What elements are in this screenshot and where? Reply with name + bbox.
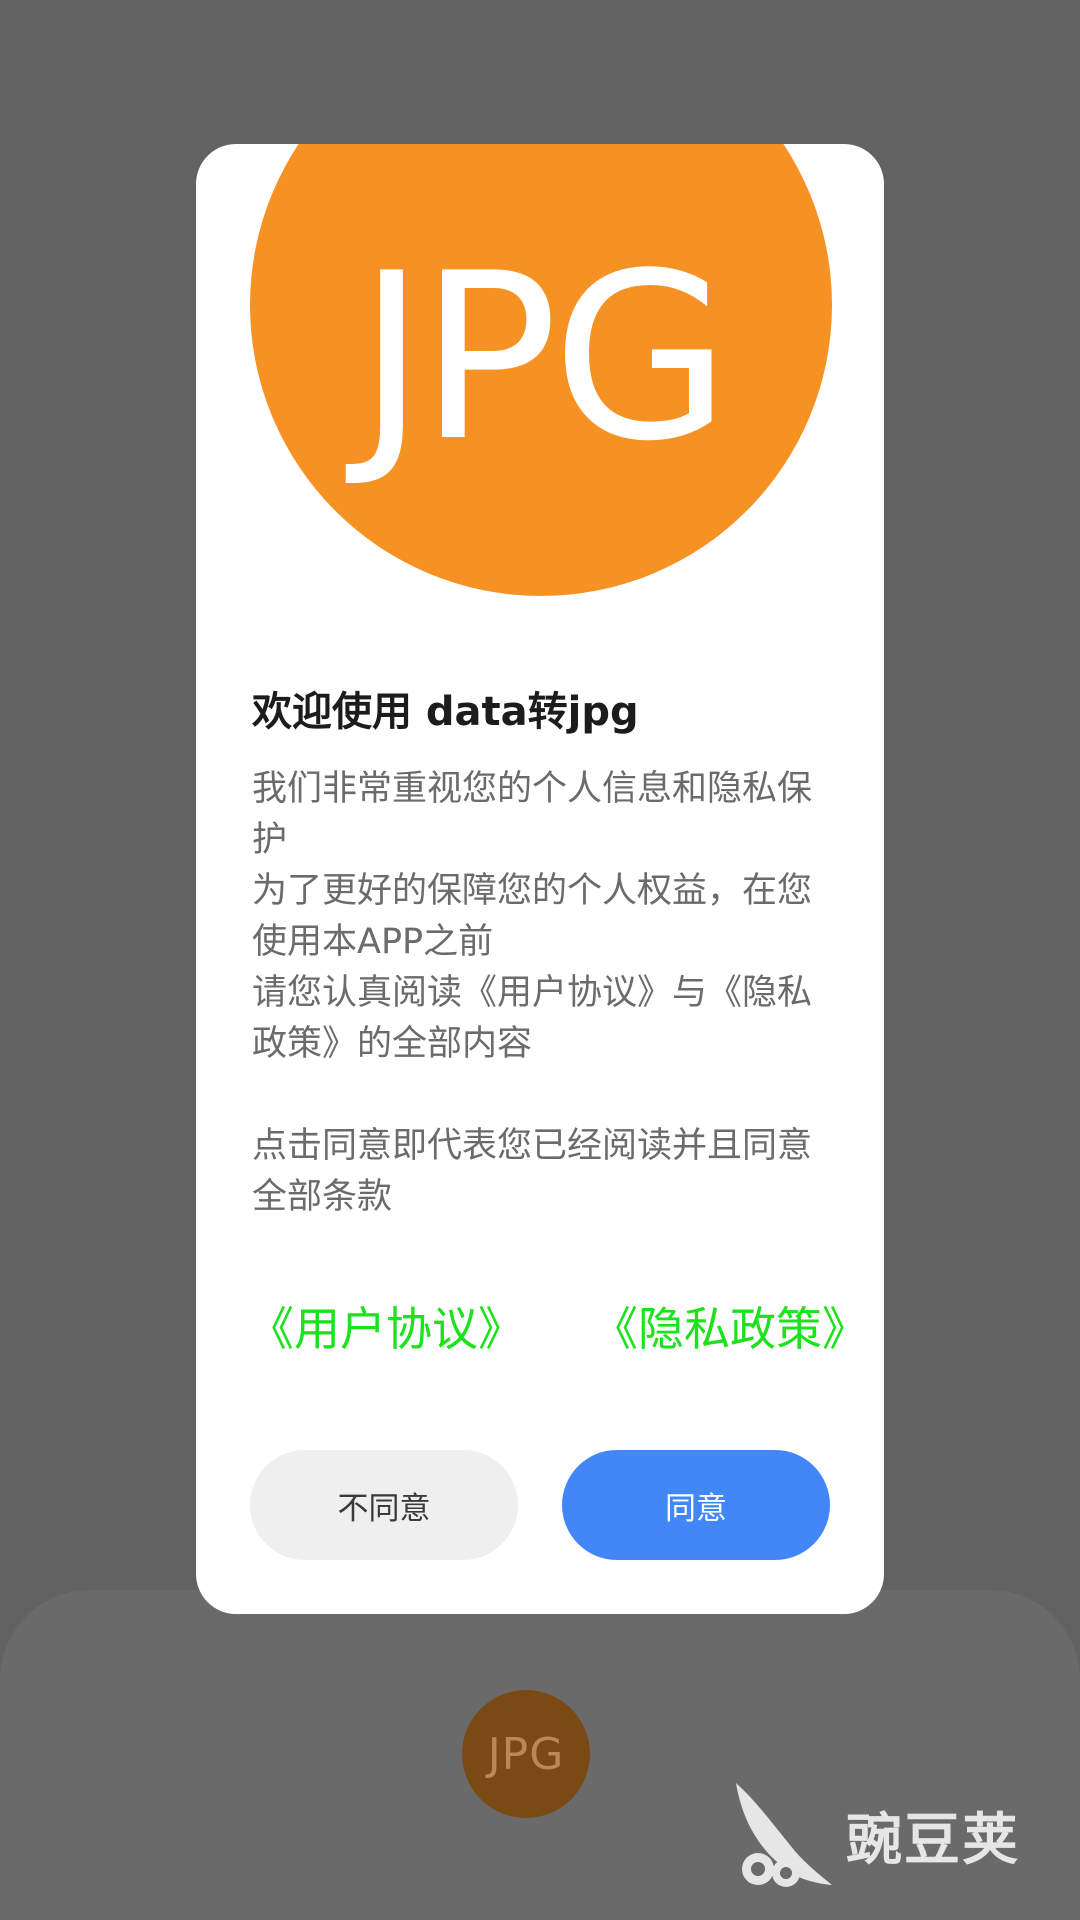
agree-button[interactable]: 同意 [562, 1450, 830, 1560]
disagree-button[interactable]: 不同意 [250, 1450, 518, 1560]
body-line: 为了更好的保障您的个人权益，在您使用本APP之前 [252, 871, 813, 962]
policy-links: 《用户协议》 《隐私政策》 [248, 1294, 868, 1364]
user-agreement-link[interactable]: 《用户协议》 [248, 1294, 524, 1364]
body-line: 点击同意即代表您已经阅读并且同意全部条款 [252, 1126, 813, 1217]
dialog-body: 我们非常重视您的个人信息和隐私保护 为了更好的保障您的个人权益，在您使用本APP… [252, 764, 842, 1223]
hero-logo-text: JPG [357, 225, 731, 492]
app-logo-small: JPG [462, 1690, 590, 1818]
body-line: 请您认真阅读《用户协议》与《隐私政策》的全部内容 [252, 973, 813, 1064]
privacy-dialog: JPG 欢迎使用 data转jpg 我们非常重视您的个人信息和隐私保护 为了更好… [196, 144, 884, 1614]
body-line: 我们非常重视您的个人信息和隐私保护 [252, 769, 813, 860]
privacy-policy-link[interactable]: 《隐私政策》 [592, 1294, 868, 1364]
pea-pod-icon [736, 1783, 832, 1887]
watermark-text: 豌豆荚 [846, 1807, 1020, 1873]
app-logo-small-text: JPG [487, 1728, 565, 1780]
dialog-title: 欢迎使用 data转jpg [252, 689, 639, 735]
screen: JPG 豌豆荚 JPG 欢迎使用 data转jpg 我们非常重视您的个人信息和隐… [0, 0, 1080, 1920]
watermark: 豌豆荚 [728, 1765, 1058, 1905]
